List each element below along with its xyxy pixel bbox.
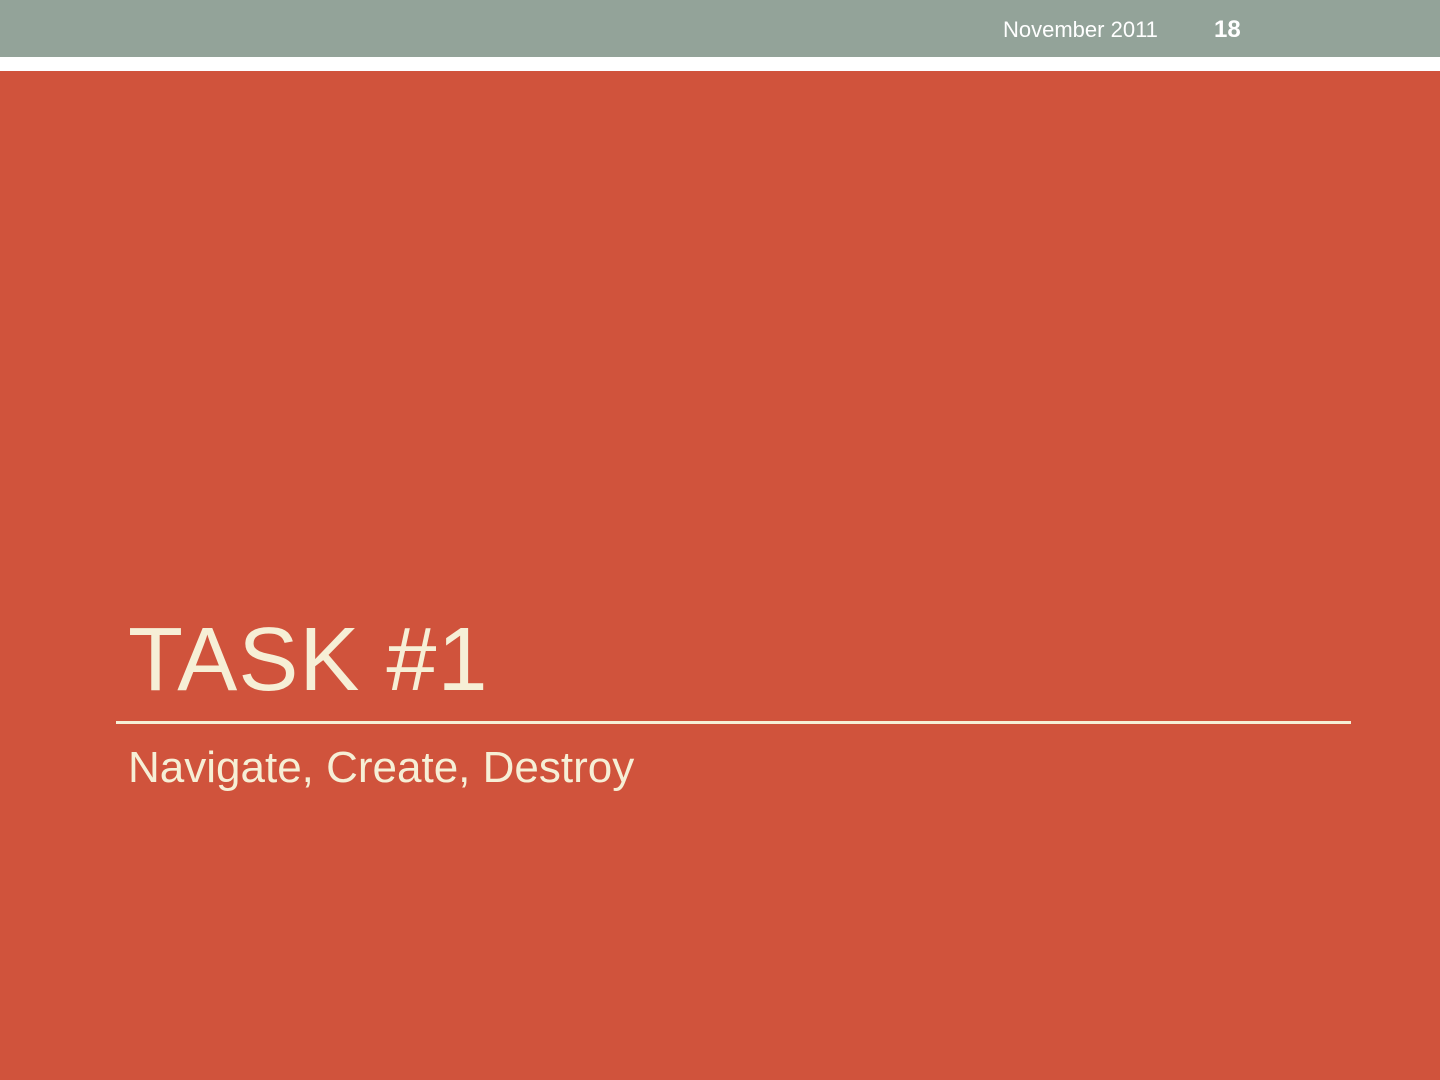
slide-title: TASK #1 (128, 610, 489, 710)
header-divider (0, 57, 1440, 71)
page-number: 18 (1214, 16, 1241, 43)
slide-background (0, 71, 1440, 1080)
slide-subtitle: Navigate, Create, Destroy (128, 743, 635, 792)
header-date: November 2011 (1003, 17, 1158, 42)
title-underline (116, 721, 1351, 724)
